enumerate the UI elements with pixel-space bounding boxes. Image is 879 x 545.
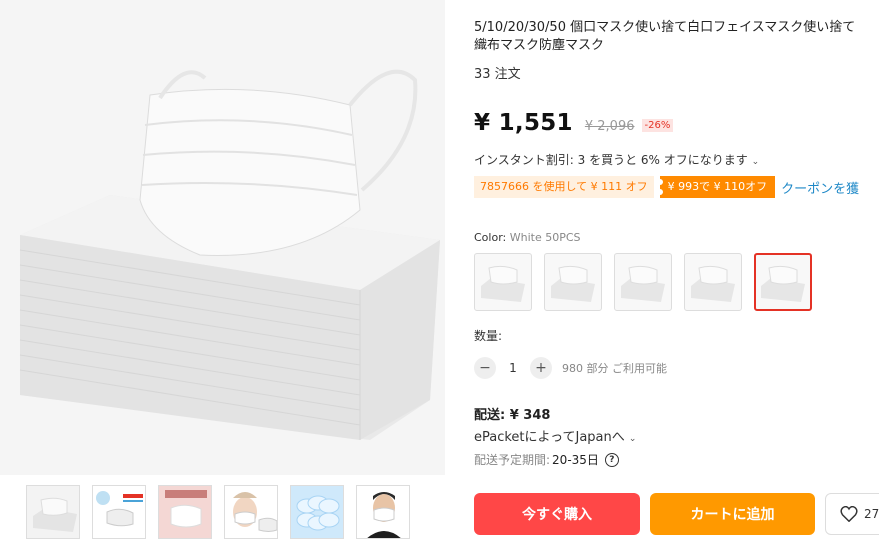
order-count: 33 注文 <box>474 67 521 82</box>
add-to-cart-button[interactable]: カートに追加 <box>650 493 815 535</box>
price-row: ¥ 1,551 ¥ 2,096 -26% <box>474 110 674 136</box>
color-swatch-1[interactable] <box>474 253 532 311</box>
product-title-line2: 織布マスク防塵マスク <box>474 38 605 53</box>
thumbnail-blue-dust-flu-mask[interactable] <box>92 485 146 539</box>
instant-discount[interactable]: インスタント割引: 3 を買うと 6% オフになります ⌄ <box>474 151 759 168</box>
color-label-text: Color: <box>474 231 507 244</box>
help-icon[interactable]: ? <box>604 452 619 467</box>
original-price: ¥ 2,096 <box>584 119 635 134</box>
coupon-row: 7857666 を使用して ¥ 111 オフ ¥ 993で ¥ 110オフ クー… <box>474 176 859 198</box>
shipping-cost: 配送: ¥ 348 <box>474 408 551 423</box>
get-coupon-link[interactable]: クーポンを獲 <box>781 178 859 197</box>
delivery-estimate: 配送予定期間: 20-35日 ? <box>474 451 619 468</box>
wishlist-count: 27 <box>864 507 879 521</box>
discount-badge: -26% <box>641 119 674 132</box>
heart-icon <box>840 506 858 522</box>
product-title-line1: 5/10/20/30/50 個口マスク使い捨て白口フェイスマスク使い捨て <box>474 20 856 35</box>
delivery-estimate-value: 20-35日 <box>552 453 599 467</box>
quantity-input[interactable]: 1 <box>496 361 530 375</box>
shipping-method-text: ePacketによってJapanへ <box>474 430 625 445</box>
coupon-code-badge[interactable]: 7857666 を使用して ¥ 111 オフ <box>474 176 654 198</box>
quantity-increase-button[interactable]: + <box>530 357 552 379</box>
wishlist-button[interactable]: 27 <box>825 493 879 535</box>
mask-illustration <box>0 0 445 475</box>
color-swatch-2[interactable] <box>544 253 602 311</box>
color-label: Color: White 50PCS <box>474 231 581 244</box>
current-price: ¥ 1,551 <box>474 110 573 136</box>
color-swatch-3[interactable] <box>614 253 672 311</box>
thumbnail-man-wearing-mask[interactable] <box>356 485 410 539</box>
quantity-label: 数量: <box>474 329 503 343</box>
thumbnail-waterproof-mask[interactable] <box>158 485 212 539</box>
thumbnail-blue-stack-masks[interactable] <box>290 485 344 539</box>
instant-discount-text: インスタント割引: 3 を買うと 6% オフになります <box>474 153 748 167</box>
color-swatches <box>474 253 812 311</box>
available-stock: 980 部分 ご利用可能 <box>562 362 667 375</box>
selected-color-value: White 50PCS <box>509 231 581 244</box>
product-title: 5/10/20/30/50 個口マスク使い捨て白口フェイスマスク使い捨て 織布マ… <box>474 19 879 55</box>
thumbnail-strip <box>26 485 410 539</box>
color-swatch-4[interactable] <box>684 253 742 311</box>
coupon-deal-badge[interactable]: ¥ 993で ¥ 110オフ <box>656 176 776 198</box>
buy-now-button[interactable]: 今すぐ購入 <box>474 493 640 535</box>
quantity-decrease-button[interactable]: − <box>474 357 496 379</box>
chevron-down-icon: ⌄ <box>751 157 760 167</box>
thumbnail-woman-wearing-mask[interactable] <box>224 485 278 539</box>
delivery-estimate-label: 配送予定期間: <box>474 453 551 467</box>
shipping-method[interactable]: ePacketによってJapanへ ⌄ <box>474 426 636 445</box>
quantity-stepper: − 1 + 980 部分 ご利用可能 <box>474 357 667 379</box>
chevron-down-icon: ⌄ <box>628 434 637 444</box>
main-product-image[interactable] <box>0 0 445 475</box>
thumbnail-mask-pack[interactable] <box>26 485 80 539</box>
color-swatch-5-selected[interactable] <box>754 253 812 311</box>
